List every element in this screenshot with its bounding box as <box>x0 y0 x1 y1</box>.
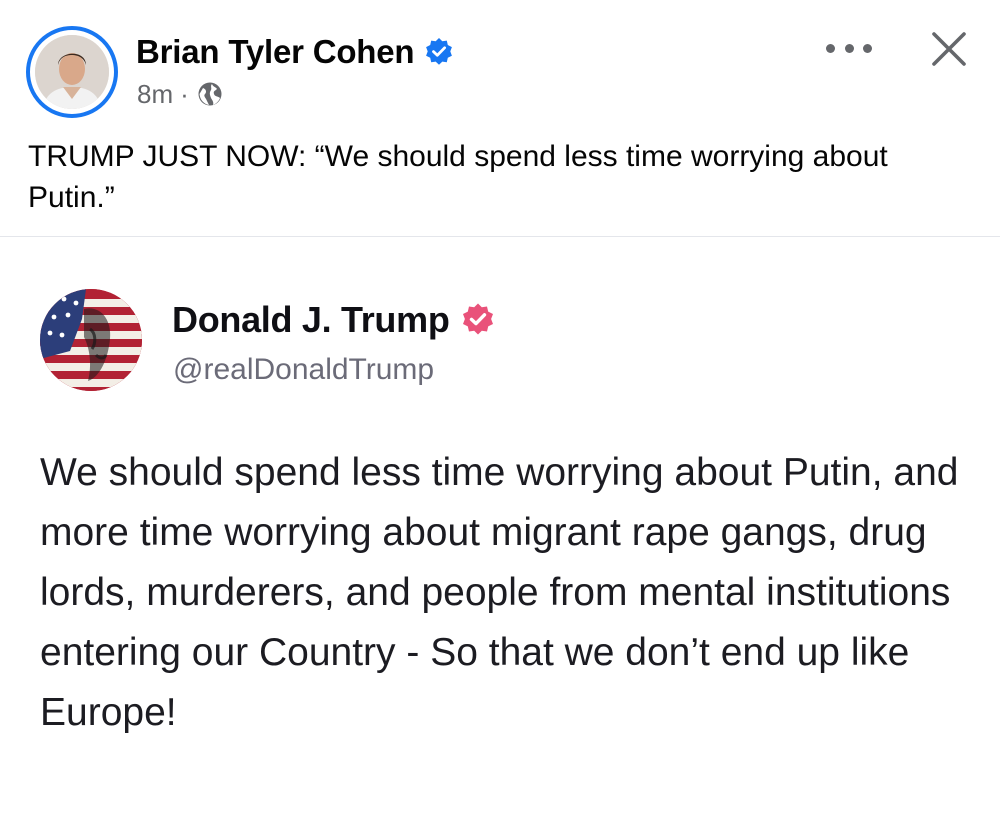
embedded-name-row: Donald J. Trump <box>172 297 496 343</box>
embedded-author-avatar <box>40 289 142 391</box>
embedded-post-text: We should spend less time worrying about… <box>40 451 959 734</box>
author-avatar[interactable] <box>26 26 118 118</box>
author-name[interactable]: Brian Tyler Cohen <box>136 33 415 71</box>
embedded-author-name: Donald J. Trump <box>172 299 450 340</box>
author-name-row: Brian Tyler Cohen <box>136 30 454 74</box>
close-icon[interactable] <box>926 26 972 72</box>
embedded-author-handle: @realDonaldTrump <box>173 353 435 386</box>
author-portrait <box>35 35 109 109</box>
post-timestamp[interactable]: 8m <box>137 79 173 110</box>
post-meta: 8m · <box>137 78 223 110</box>
author-avatar-image <box>35 35 109 109</box>
meta-separator: · <box>180 78 189 109</box>
flag-portrait <box>40 289 142 391</box>
embedded-post-image[interactable]: Donald J. Trump @realDonaldTrump We shou… <box>0 237 1000 827</box>
verified-badge-icon <box>460 302 496 338</box>
post-header: Brian Tyler Cohen 8m · <box>0 0 1000 130</box>
verified-badge-icon <box>424 37 454 67</box>
globe-icon <box>197 81 223 107</box>
facebook-post: Brian Tyler Cohen 8m · TRUMP JUST NOW: “… <box>0 0 1000 827</box>
post-caption: TRUMP JUST NOW: “We should spend less ti… <box>28 140 888 214</box>
more-options-icon[interactable] <box>826 34 872 62</box>
